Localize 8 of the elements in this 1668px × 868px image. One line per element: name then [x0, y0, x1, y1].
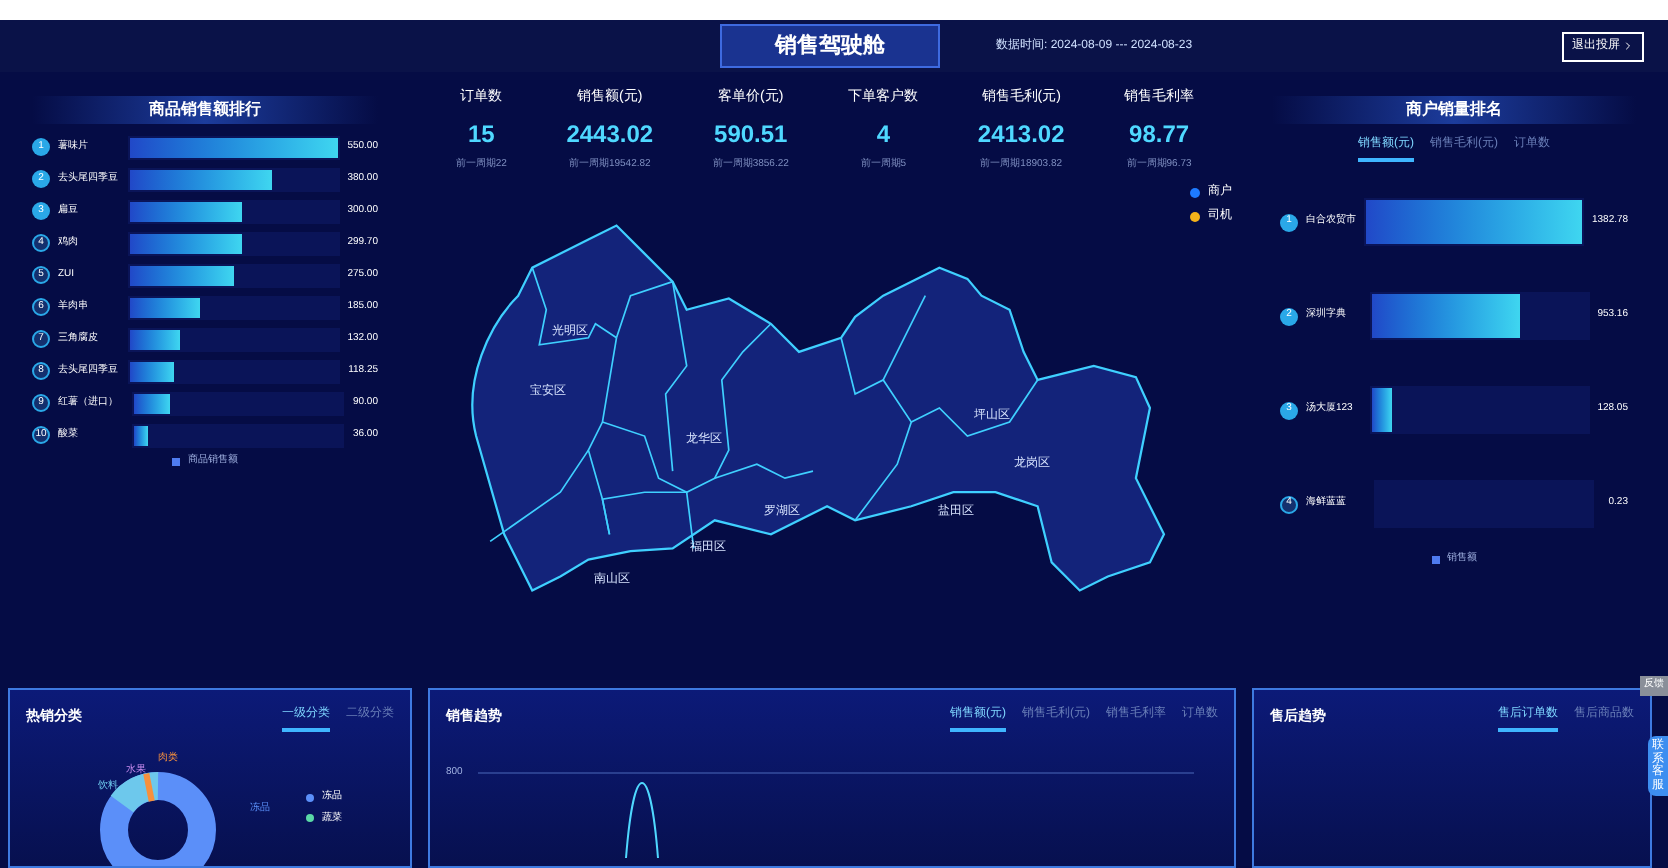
kpi-value: 590.51	[714, 117, 788, 151]
kpi-value: 98.77	[1129, 117, 1190, 151]
kpi-value: 2443.02	[566, 117, 654, 151]
kpi-value: 4	[876, 117, 890, 151]
kpi-value: 2413.02	[977, 117, 1065, 151]
panel-title: 商品销售额排行	[32, 96, 378, 124]
kpi-value: 15	[467, 117, 495, 151]
dashboard-title: 销售驾驶舱	[720, 24, 940, 68]
